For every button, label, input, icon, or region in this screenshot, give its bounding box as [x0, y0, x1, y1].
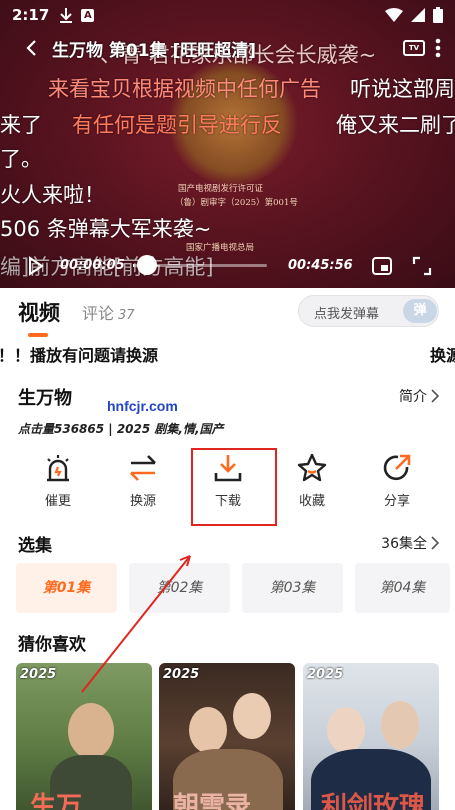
danmaku-item: 来了: [0, 113, 42, 137]
highlight-box: [191, 448, 277, 526]
fullscreen-icon[interactable]: [412, 256, 432, 276]
play-icon[interactable]: [28, 256, 44, 276]
video-title: 生万物 第01集 [旺旺超清]: [52, 40, 257, 61]
seal-line-1: 国产电视剧发行许可证: [178, 184, 264, 194]
urge-update-button[interactable]: 催更: [16, 450, 100, 522]
danmaku-item: 了。: [0, 147, 42, 171]
show-title: 生万物: [18, 388, 72, 409]
player-top-bar: 生万物 第01集 [旺旺超清] TV: [0, 30, 455, 66]
pip-icon[interactable]: [372, 257, 392, 275]
episode-item[interactable]: 第02集: [129, 563, 230, 613]
danmaku-item: 火人来啦！: [0, 183, 105, 207]
action-label: 收藏: [298, 494, 325, 509]
poster-year: 2025: [20, 667, 57, 682]
poster-card[interactable]: 2025 朝雪录: [159, 663, 295, 810]
progress-knob[interactable]: [137, 255, 157, 275]
send-danmu-button[interactable]: 点我发弹幕 弹: [298, 295, 439, 327]
total-time: 00:45:56: [288, 258, 353, 273]
back-arrow-icon: [26, 40, 36, 56]
video-player[interactable]: 国产电视剧发行许可证 （鲁）剧审字（2025）第001号 国家广播电视总局 、青…: [0, 0, 455, 288]
episode-item[interactable]: 第03集: [242, 563, 343, 613]
notice-marquee: ！！播放有问题请换源 换源: [0, 342, 455, 370]
poster-title: 利剑玫瑰: [321, 792, 426, 810]
share-button[interactable]: 分享: [355, 450, 439, 522]
danmu-toggle[interactable]: 弹: [403, 299, 437, 323]
favorite-button[interactable]: 收藏: [270, 450, 354, 522]
action-label: 换源: [129, 494, 156, 509]
poster-year: 2025: [163, 667, 200, 682]
tab-comment[interactable]: 评论 37: [82, 300, 135, 324]
switch-source-button[interactable]: 换源: [101, 450, 185, 522]
chevron-right-icon: [431, 536, 439, 550]
content-tabs: 视频 评论 37 点我发弹幕 弹: [0, 288, 455, 337]
back-button[interactable]: [14, 30, 48, 66]
recommend-list: 2025 生万 2025 朝雪录 2025 利剑玫瑰: [16, 663, 455, 810]
notice-text: ！！播放有问题请换源: [0, 346, 159, 365]
episodes-total: 36集全: [381, 536, 427, 552]
watermark: hnfcjr.com: [107, 398, 178, 414]
comment-count: 37: [118, 308, 135, 323]
a-icon: A: [81, 8, 95, 22]
battery-icon: [433, 7, 443, 23]
seal-line-2: （鲁）剧审字（2025）第001号: [175, 198, 298, 208]
current-time: 00:00:05: [60, 258, 125, 273]
tv-cast-icon[interactable]: TV: [403, 40, 425, 56]
tab-comment-label: 评论: [82, 304, 115, 323]
danmaku-item: 有任何是题引导进行反: [72, 113, 282, 137]
player-controls: 00:00:05 00:45:56: [0, 248, 455, 284]
intro-label: 简介: [399, 389, 427, 405]
poster-title: 生万: [30, 792, 83, 810]
poster-year: 2025: [307, 667, 344, 682]
swap-icon: [130, 455, 156, 481]
status-time: 2:17: [12, 6, 50, 24]
poster-figure: [68, 703, 114, 759]
poster-card[interactable]: 2025 利剑玫瑰: [303, 663, 439, 810]
star-icon: [297, 453, 327, 482]
status-bar: 2:17 A: [0, 0, 455, 30]
action-label: 分享: [383, 494, 410, 509]
recommend-title: 猜你喜欢: [18, 635, 86, 655]
download-icon: [60, 8, 73, 23]
wifi-icon: [385, 8, 403, 22]
poster-figure: [189, 707, 227, 753]
poster-title: 朝雪录: [173, 792, 252, 810]
danmaku-item: 506 条弹幕大军来袭~: [0, 217, 212, 241]
poster-card[interactable]: 2025 生万: [16, 663, 152, 810]
danmaku-item: 来看宝贝根据视频中任何广告: [48, 77, 321, 101]
episode-item[interactable]: 第01集: [16, 563, 117, 613]
tab-video[interactable]: 视频: [18, 297, 60, 337]
show-meta: 点击量536865 | 2025 剧集,情,国产: [18, 422, 224, 436]
share-icon: [383, 454, 411, 481]
intro-button[interactable]: 简介: [399, 386, 439, 406]
alarm-icon: [47, 455, 69, 482]
episodes-title: 选集: [18, 536, 52, 556]
notice-text-2: 换源: [430, 346, 455, 365]
action-label: 催更: [44, 494, 71, 509]
chevron-right-icon: [431, 389, 439, 403]
poster-figure: [327, 707, 365, 753]
signal-icon: [411, 8, 425, 22]
episode-list: 第01集 第02集 第03集 第04集: [16, 563, 455, 615]
more-icon[interactable]: [435, 38, 441, 58]
poster-figure: [381, 701, 419, 749]
all-episodes-button[interactable]: 36集全: [381, 533, 439, 553]
send-danmu-label: 点我发弹幕: [314, 307, 380, 322]
danmaku-item: 听说这部周: [350, 77, 455, 101]
danmaku-item: 俺又来二刷了: [336, 113, 455, 137]
episode-item[interactable]: 第04集: [355, 563, 450, 613]
poster-figure: [233, 693, 271, 739]
